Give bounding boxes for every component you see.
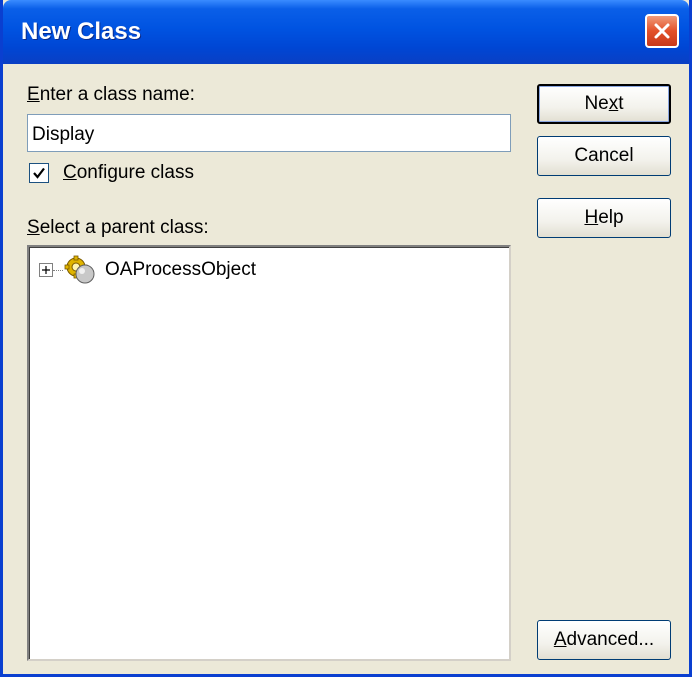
configure-class-checkbox[interactable] xyxy=(29,163,49,183)
tree-connector xyxy=(53,269,63,271)
checkmark-icon xyxy=(33,167,45,179)
title-bar[interactable]: New Class xyxy=(3,0,689,64)
next-button[interactable]: Next xyxy=(537,84,671,124)
close-button[interactable] xyxy=(645,14,679,48)
configure-class-label: Configure class xyxy=(63,162,194,183)
tree-node-oaprocessobject[interactable]: OAProcessObject xyxy=(39,255,260,285)
cancel-button[interactable]: Cancel xyxy=(537,136,671,176)
parent-class-tree[interactable]: OAProcessObject xyxy=(27,245,511,661)
window-title: New Class xyxy=(21,18,142,45)
tree-node-label: OAProcessObject xyxy=(105,259,256,280)
expand-icon[interactable] xyxy=(39,263,53,277)
close-icon xyxy=(654,23,670,39)
plus-icon xyxy=(42,266,50,274)
advanced-button[interactable]: Advanced... xyxy=(537,620,671,660)
configure-class-checkbox-row[interactable]: Configure class xyxy=(29,162,194,184)
new-class-dialog: New Class Enter a class name: Configure … xyxy=(0,0,692,677)
class-name-label: Enter a class name: xyxy=(27,84,195,105)
help-button[interactable]: Help xyxy=(537,198,671,238)
class-name-input[interactable] xyxy=(27,114,511,152)
parent-class-label: Select a parent class: xyxy=(27,217,209,238)
process-object-icon xyxy=(64,255,95,284)
